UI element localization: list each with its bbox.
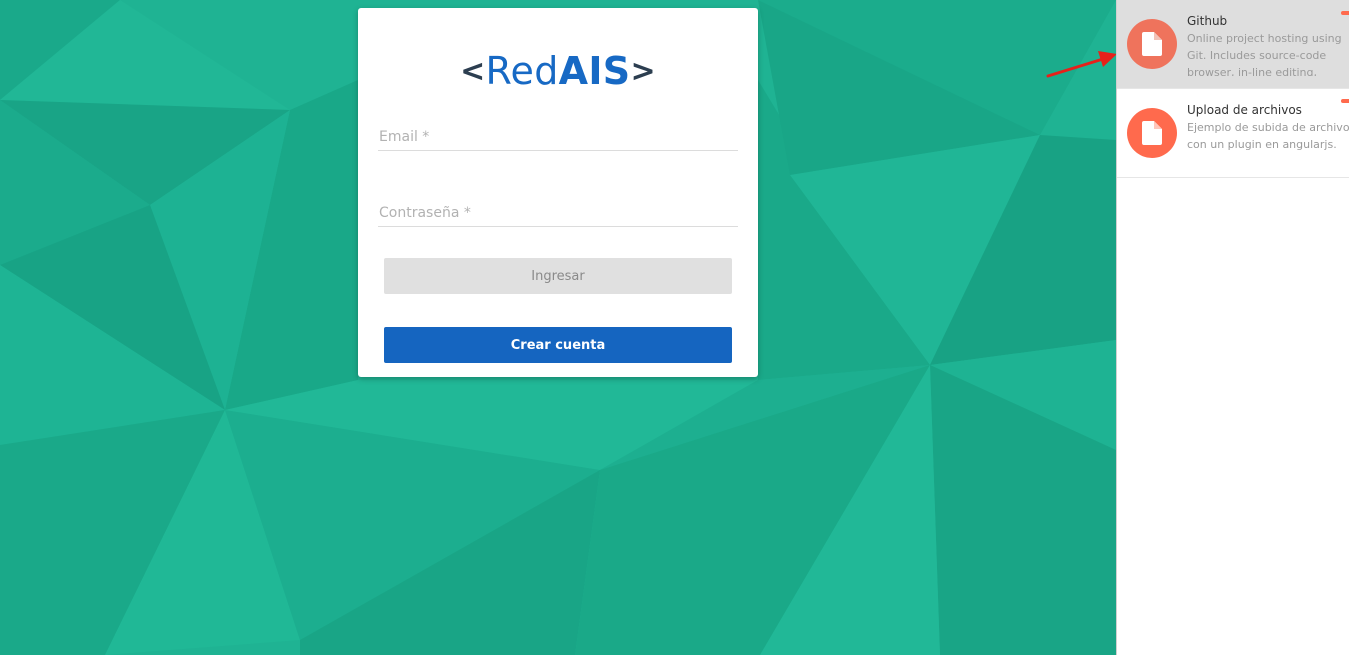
side-panel: Github Online project hosting using Git.… (1116, 0, 1349, 655)
status-marker (1341, 11, 1349, 15)
item-description-line: Git. Includes source-code (1187, 49, 1327, 62)
item-description-line: browser, in-line editing, (1187, 66, 1317, 76)
item-description: Online project hosting using Git. Includ… (1187, 30, 1349, 76)
password-field[interactable] (378, 202, 739, 226)
email-field-wrapper (378, 126, 739, 151)
logo-ais-text: AIS (558, 49, 631, 93)
item-description-line: Online project hosting using (1187, 32, 1342, 45)
password-field-wrapper (378, 202, 739, 227)
red-arrow-annotation (1046, 51, 1117, 78)
file-icon (1142, 32, 1162, 56)
create-account-button[interactable]: Crear cuenta (384, 327, 732, 363)
logo-close-bracket: > (630, 54, 656, 89)
login-button[interactable]: Ingresar (384, 258, 732, 294)
item-description-line: Ejemplo de subida de archivos (1187, 121, 1349, 134)
redais-logo: <RedAIS> (358, 48, 758, 95)
item-description-line: con un plugin en angularjs. (1187, 138, 1337, 151)
login-card: <RedAIS> Ingresar Crear cuenta (358, 8, 758, 377)
logo-open-bracket: < (460, 54, 486, 89)
file-avatar (1127, 19, 1177, 69)
item-description: Ejemplo de subida de archivos con un plu… (1187, 119, 1349, 165)
item-title: Github (1187, 14, 1228, 28)
email-field[interactable] (378, 126, 739, 150)
list-item-github[interactable]: Github Online project hosting using Git.… (1117, 0, 1349, 89)
list-item-upload[interactable]: Upload de archivos Ejemplo de subida de … (1117, 89, 1349, 178)
file-avatar (1127, 108, 1177, 158)
logo-red-text: Red (485, 49, 559, 93)
item-title: Upload de archivos (1187, 103, 1302, 117)
status-marker (1341, 99, 1349, 103)
file-icon (1142, 121, 1162, 145)
